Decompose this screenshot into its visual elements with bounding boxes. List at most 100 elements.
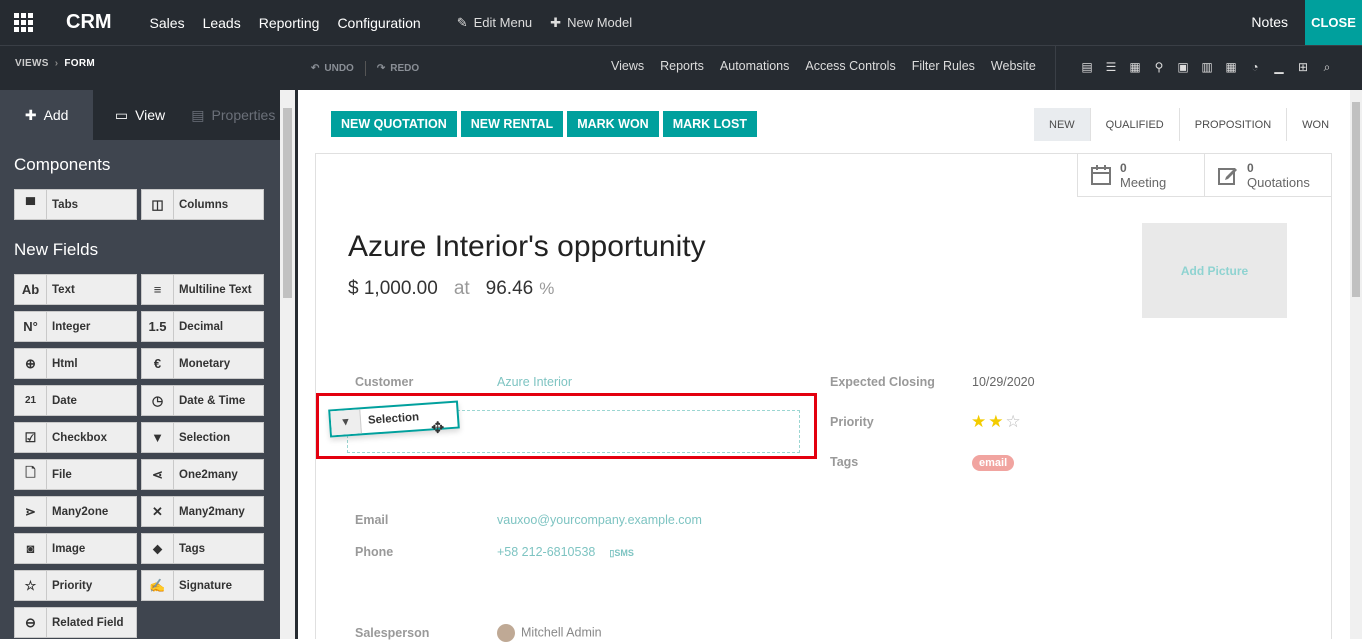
salesperson-value[interactable]: Mitchell Admin: [521, 625, 602, 639]
field-label: Date & Time: [179, 394, 246, 407]
star-filled-icon[interactable]: ★: [988, 412, 1005, 431]
notes-button[interactable]: Notes: [1251, 0, 1288, 45]
quotations-smart-button[interactable]: 0 Quotations: [1204, 154, 1331, 196]
customer-value[interactable]: Azure Interior: [497, 375, 572, 389]
breadcrumb-views[interactable]: VIEWS: [15, 58, 49, 69]
new-model-button[interactable]: ✚ New Model: [550, 15, 632, 31]
form-view-icon[interactable]: ▤: [1080, 60, 1094, 74]
field-signature[interactable]: ✍ Signature: [141, 570, 264, 601]
redo-icon: ↷: [376, 63, 386, 74]
grid-view-icon[interactable]: ⊞: [1296, 60, 1310, 74]
tab-view-label: View: [135, 107, 166, 123]
redo-button[interactable]: REDO: [390, 63, 419, 74]
field-many2many[interactable]: ✕ Many2many: [141, 496, 264, 527]
camera-icon: ◙: [15, 534, 47, 563]
field-related[interactable]: ⊖ Related Field: [14, 607, 137, 638]
star-filled-icon[interactable]: ★: [971, 412, 988, 431]
link-automations[interactable]: Automations: [720, 59, 789, 73]
priority-stars[interactable]: ★★☆: [971, 412, 1023, 432]
field-label: File: [52, 468, 72, 481]
opportunity-title[interactable]: Azure Interior's opportunity: [348, 230, 706, 264]
field-image[interactable]: ◙ Image: [14, 533, 137, 564]
stage-proposition[interactable]: PROPOSITION: [1180, 108, 1288, 141]
graph-view-icon[interactable]: ▥: [1200, 60, 1214, 74]
field-decimal[interactable]: 1.5 Decimal: [141, 311, 264, 342]
sidebar-scrollbar[interactable]: [280, 90, 295, 639]
checkbox-icon: ☑: [15, 423, 47, 452]
pivot-view-icon[interactable]: ▦: [1224, 60, 1238, 74]
signature-icon: ✍: [142, 571, 174, 600]
phone-value[interactable]: +58 212-6810538: [497, 545, 595, 559]
dashboard-view-icon[interactable]: ◔: [1248, 60, 1262, 74]
link-access-controls[interactable]: Access Controls: [805, 59, 895, 73]
close-button[interactable]: CLOSE: [1305, 0, 1362, 45]
new-model-label: New Model: [567, 15, 633, 30]
component-columns[interactable]: ◫ Columns: [141, 189, 264, 220]
field-tags[interactable]: ⬥ Tags: [141, 533, 264, 564]
probability-value[interactable]: 96.46: [486, 278, 534, 300]
meeting-smart-button[interactable]: 0 Meeting: [1077, 154, 1204, 196]
calendar-view-icon[interactable]: ▣: [1176, 60, 1190, 74]
kanban-view-icon[interactable]: ▦: [1128, 60, 1142, 74]
tab-add[interactable]: ✚ Add: [0, 90, 94, 140]
fields-list: Ab Text ≡ Multiline Text N° Integer 1.5 Deci…: [14, 274, 280, 638]
link-views[interactable]: Views: [611, 59, 644, 73]
expected-revenue[interactable]: $ 1,000.00: [348, 278, 438, 300]
tab-properties[interactable]: ▤ Properties: [186, 90, 280, 140]
field-label: Signature: [179, 579, 233, 592]
field-checkbox[interactable]: ☑ Checkbox: [14, 422, 137, 453]
field-one2many[interactable]: ⋖ One2many: [141, 459, 264, 490]
menu-sales[interactable]: Sales: [150, 15, 185, 31]
link-reports[interactable]: Reports: [660, 59, 704, 73]
tab-view[interactable]: ▭ View: [93, 90, 187, 140]
form-header-buttons: NEW QUOTATION NEW RENTAL MARK WON MARK L…: [331, 111, 758, 137]
menu-leads[interactable]: Leads: [203, 15, 241, 31]
search-icon[interactable]: ⌕: [1320, 60, 1334, 74]
app-name[interactable]: CRM: [66, 11, 112, 34]
meeting-count: 0: [1120, 160, 1127, 175]
field-multiline-text[interactable]: ≡ Multiline Text: [141, 274, 264, 305]
tag-badge[interactable]: email: [972, 455, 1015, 471]
undo-button[interactable]: UNDO: [324, 63, 353, 74]
field-monetary[interactable]: € Monetary: [141, 348, 264, 379]
field-label: Many2many: [179, 505, 245, 518]
field-label: Checkbox: [52, 431, 107, 444]
mark-won-button[interactable]: MARK WON: [567, 111, 659, 137]
field-many2one[interactable]: ⋗ Many2one: [14, 496, 137, 527]
main-scrollbar[interactable]: [1350, 90, 1362, 639]
field-selection[interactable]: ▼ Selection: [141, 422, 264, 453]
link-filter-rules[interactable]: Filter Rules: [912, 59, 975, 73]
expected-closing-value[interactable]: 10/29/2020: [972, 375, 1035, 389]
field-text[interactable]: Ab Text: [14, 274, 137, 305]
field-date-time[interactable]: ◷ Date & Time: [141, 385, 264, 416]
field-date[interactable]: 21 Date: [14, 385, 137, 416]
link-website[interactable]: Website: [991, 59, 1036, 73]
stage-won[interactable]: WON: [1287, 108, 1344, 141]
edit-menu-button[interactable]: ✎ Edit Menu: [457, 15, 532, 31]
star-empty-icon[interactable]: ☆: [1006, 412, 1023, 431]
new-rental-button[interactable]: NEW RENTAL: [460, 111, 564, 137]
caret-down-icon: ▼: [330, 409, 362, 436]
menu-configuration[interactable]: Configuration: [337, 15, 420, 31]
field-html[interactable]: ⊕ Html: [14, 348, 137, 379]
stage-qualified[interactable]: QUALIFIED: [1091, 108, 1180, 141]
component-tabs[interactable]: ▀ Tabs: [14, 189, 137, 220]
mark-lost-button[interactable]: MARK LOST: [662, 111, 758, 137]
menu-reporting[interactable]: Reporting: [259, 15, 320, 31]
new-quotation-button[interactable]: NEW QUOTATION: [331, 111, 457, 137]
field-file[interactable]: 🗋 File: [14, 459, 137, 490]
field-integer[interactable]: N° Integer: [14, 311, 137, 342]
cohort-view-icon[interactable]: ▁: [1272, 60, 1286, 74]
map-view-icon[interactable]: ⚲: [1152, 60, 1166, 74]
add-picture-placeholder[interactable]: Add Picture: [1142, 223, 1287, 318]
field-priority[interactable]: ☆ Priority: [14, 570, 137, 601]
sms-button[interactable]: ▯SMS: [609, 548, 633, 558]
apps-menu-icon[interactable]: [0, 0, 46, 45]
email-value[interactable]: vauxoo@yourcompany.example.com: [497, 513, 702, 527]
list-view-icon[interactable]: ☰: [1104, 60, 1118, 74]
edit-menu-label: Edit Menu: [473, 15, 533, 30]
drop-zone-highlight: ▼ Selection ✥: [316, 393, 817, 459]
plus-icon: ✚: [24, 106, 37, 123]
stage-new[interactable]: NEW: [1034, 108, 1091, 141]
phone-label: Phone: [355, 545, 394, 559]
